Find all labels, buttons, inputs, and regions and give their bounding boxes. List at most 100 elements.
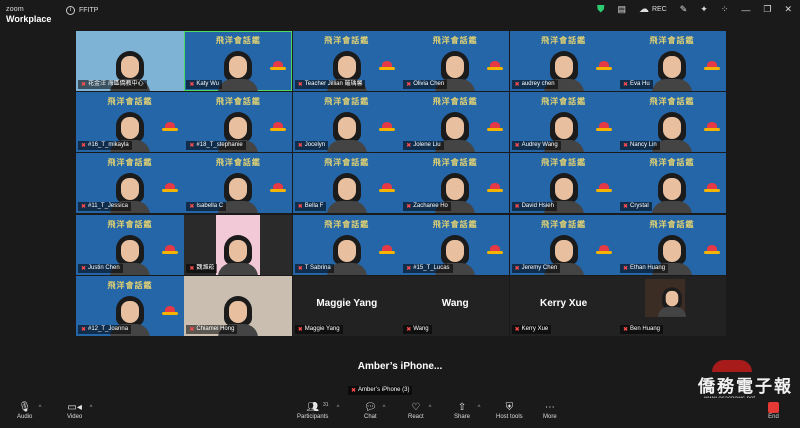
foundation-logo-icon (162, 305, 178, 320)
cloud-icon: ☁ (638, 4, 649, 15)
participant-tile[interactable]: ✖ Ben Huang (618, 275, 726, 336)
participant-name: Isabella C (196, 203, 224, 210)
end-label: End (768, 414, 779, 420)
video-label: Video (67, 414, 83, 420)
participant-tile[interactable]: 飛洋會話鑑 ✖ #12_T_Joanna (76, 275, 184, 336)
end-meeting-button[interactable]: End (768, 401, 779, 420)
security-shield-icon[interactable]: ⛊ (597, 4, 605, 15)
meeting-info[interactable]: i FFITP (66, 6, 98, 15)
record-button[interactable]: ☁ REC (639, 4, 667, 15)
participant-name-label: ✖ Nancy Lin (620, 141, 660, 151)
participant-tile[interactable]: 飛洋會話鑑 ✖ #15_T_Lucas (401, 214, 510, 275)
participant-name-label: ✖ #16_T_mikayla (78, 141, 132, 151)
info-icon[interactable]: i (66, 6, 75, 15)
participant-tile[interactable]: 飛洋會話鑑 ✖ Justin Chen (76, 214, 184, 275)
participant-tile[interactable]: 飛洋會話鑑 ✖ David Hsieh (509, 153, 618, 214)
virtual-background-text: 飛洋會話鑑 (215, 36, 261, 45)
audio-button[interactable]: 🎙︎ Audio (17, 401, 32, 420)
virtual-background-text: 飛洋會話鑑 (107, 158, 153, 168)
participant-video (216, 231, 260, 275)
participant-name: Eva Hu (630, 81, 650, 87)
mic-muted-icon: ✖ (189, 326, 195, 333)
foundation-logo-icon (378, 244, 395, 259)
participant-tile[interactable]: 飛洋會話鑑 ✖ Isabella C (184, 153, 293, 214)
foundation-logo-icon (595, 122, 612, 136)
react-label: React (408, 414, 424, 420)
chevron-up-icon: ^ (428, 405, 432, 411)
foundation-logo-icon (704, 183, 720, 197)
virtual-background-text: 飛洋會話鑑 (432, 97, 478, 107)
participant-name: 魏濰菘 (196, 264, 215, 271)
participant-name-label: ✖ Isabella C (186, 202, 227, 212)
foundation-logo-icon (487, 122, 504, 136)
participant-tile[interactable]: 飛洋會話鑑 ✖ Jocelyn (292, 92, 401, 153)
participant-name: T Sabrina (304, 264, 331, 271)
brand-bottom-text: Workplace (6, 14, 52, 24)
meeting-toolbar: 🎙︎ Audio ^ ▭◂ Video ^ 👥︎ Participants 31… (0, 398, 800, 428)
amber-name-label: ✖ Amber’s iPhone (3) (348, 386, 413, 395)
mic-muted-icon: ✖ (81, 143, 87, 150)
notes-icon[interactable]: ▤ (617, 4, 626, 15)
share-arrow-icon: ⇧ (457, 402, 467, 413)
video-button[interactable]: ▭◂ Video (67, 401, 82, 420)
participant-name-label: ✖ 花金汪 海區僑教中心 (78, 80, 147, 89)
host-tools-button[interactable]: ⛨ Host tools (496, 401, 523, 420)
mic-muted-icon: ✖ (514, 265, 520, 272)
mic-muted-icon: ✖ (297, 265, 303, 272)
participant-name-label: ✖ Chiamei Hong (186, 324, 238, 334)
participant-tile[interactable]: 飛洋會話鑑 ✖ Olivia Chen (401, 31, 510, 91)
participant-tile[interactable]: 飛洋會話鑑 ✖ Zacharee Ho (401, 153, 510, 214)
minimize-icon[interactable]: — (741, 5, 750, 15)
annotate-icon[interactable]: ✎ (680, 4, 688, 15)
participant-name-label: ✖ Jocelyn (294, 141, 329, 151)
participant-tile[interactable]: 飛洋會話鑑 ✖ Bella F (292, 153, 401, 214)
participant-tile[interactable]: 飛洋會話鑑 ✖ Teacher Jillian 羅瑀馨 (292, 31, 401, 91)
participant-tile[interactable]: 飛洋會話鑑 ✖ Nancy Lin (618, 92, 726, 153)
participant-name: Justin Chen (88, 264, 120, 271)
title-bar: zoom Workplace i FFITP ⛊ ▤ ☁ REC ✎ ✦ ⁘ —… (0, 0, 800, 24)
participant-tile[interactable]: Kerry Xue ✖ Kerry Xue (509, 275, 618, 336)
ai-sparkle-icon[interactable]: ✦ (700, 4, 708, 15)
participant-tile[interactable]: Wang ✖ Wang (401, 275, 510, 336)
apps-grid-icon[interactable]: ⁘ (721, 4, 729, 15)
participant-tile[interactable]: ✖ 魏濰菘 (184, 214, 293, 275)
chevron-up-icon: ^ (89, 405, 93, 411)
mic-muted-icon: ✖ (297, 82, 303, 88)
participant-name-label: ✖ Wang (403, 324, 432, 334)
react-button[interactable]: ♡ React (408, 401, 424, 420)
more-button[interactable]: ⋯ More (543, 401, 557, 420)
participant-tile[interactable]: 飛洋會話鑑 ✖ #16_T_mikayla (76, 92, 184, 153)
participant-name: audrey chen (521, 81, 555, 87)
participant-tile[interactable]: 飛洋會話鑑 ✖ Ethan Huang (618, 214, 726, 275)
participant-name: Ben Huang (630, 325, 661, 332)
participants-button[interactable]: 👥︎ Participants 31 (297, 401, 329, 420)
participant-tile[interactable]: 飛洋會話鑑 ✖ audrey chen (509, 31, 618, 91)
virtual-background-text: 飛洋會話鑑 (649, 158, 695, 168)
participant-tile[interactable]: 飛洋會話鑑 ✖ #11_T_Jessica (76, 153, 184, 214)
virtual-background-text: 飛洋會話鑑 (107, 97, 153, 107)
participant-tile[interactable]: 飛洋會話鑑 ✖ Eva Hu (618, 31, 726, 91)
share-button[interactable]: ⇧ Share (454, 401, 470, 420)
participant-tile[interactable]: 飛洋會話鑑 ✖ Audrey Wang (509, 92, 618, 153)
participant-tile[interactable]: 飛洋會話鑑 ✖ Jolene Liu (401, 92, 510, 153)
participant-name: Chiamei Hong (196, 325, 235, 332)
participant-tile[interactable]: 飛洋會話鑑 ✖ Katy Wu (184, 31, 293, 91)
participant-tile[interactable]: ✖ 花金汪 海區僑教中心 (76, 31, 184, 91)
watermark-title: 僑務電子報 (698, 377, 793, 397)
participant-tile[interactable]: 飛洋會話鑑 ✖ T Sabrina (292, 214, 401, 275)
mic-muted-icon: ✖ (623, 204, 629, 211)
participant-tile[interactable]: 飛洋會話鑑 ✖ #18_T_stephanie (184, 92, 293, 153)
participant-tile[interactable]: Maggie Yang ✖ Maggie Yang (292, 275, 401, 336)
participant-tile[interactable]: ✖ Chiamei Hong (184, 275, 293, 336)
video-camera-icon: ▭◂ (67, 402, 82, 413)
participant-name: Ethan Huang (630, 264, 666, 271)
close-icon[interactable]: ✕ (784, 4, 792, 15)
participant-tile[interactable]: 飛洋會話鑑 ✖ Jeremy Chen (509, 214, 618, 275)
chevron-up-icon: ^ (382, 405, 386, 411)
participant-name-label: ✖ #18_T_stephanie (186, 141, 246, 151)
restore-icon[interactable]: ❐ (763, 4, 771, 15)
participant-name: Jeremy Chen (521, 264, 558, 271)
participant-name-label: ✖ Jolene Liu (403, 141, 444, 151)
chat-button[interactable]: 💬︎ Chat (364, 401, 377, 420)
participant-tile[interactable]: 飛洋會話鑑 ✖ Crystal (618, 153, 726, 214)
